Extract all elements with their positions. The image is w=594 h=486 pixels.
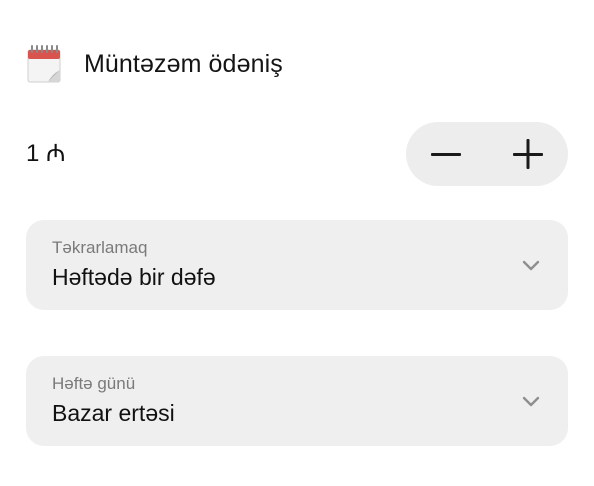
weekday-value: Bazar ertəsi (52, 400, 175, 426)
plus-icon (513, 139, 543, 169)
minus-icon (431, 153, 461, 156)
header: Müntəzəm ödəniş (26, 44, 283, 84)
increase-button[interactable] (496, 122, 560, 186)
page-title: Müntəzəm ödəniş (84, 49, 283, 78)
amount-stepper (406, 122, 568, 186)
weekday-select[interactable]: Həftə günü Bazar ertəsi (26, 356, 568, 446)
calendar-icon (26, 44, 62, 84)
decrease-button[interactable] (414, 122, 478, 186)
chevron-down-icon (522, 396, 540, 407)
recurring-payment-card: Müntəzəm ödəniş 1 ₼ Təkrarlamaq Həftədə … (0, 0, 594, 486)
weekday-label: Həftə günü (52, 374, 136, 393)
amount-row: 1 ₼ (26, 122, 568, 186)
repeat-value: Həftədə bir dəfə (52, 264, 216, 290)
repeat-select[interactable]: Təkrarlamaq Həftədə bir dəfə (26, 220, 568, 310)
repeat-label: Təkrarlamaq (52, 238, 148, 257)
chevron-down-icon (522, 260, 540, 271)
amount-value: 1 ₼ (26, 140, 66, 167)
